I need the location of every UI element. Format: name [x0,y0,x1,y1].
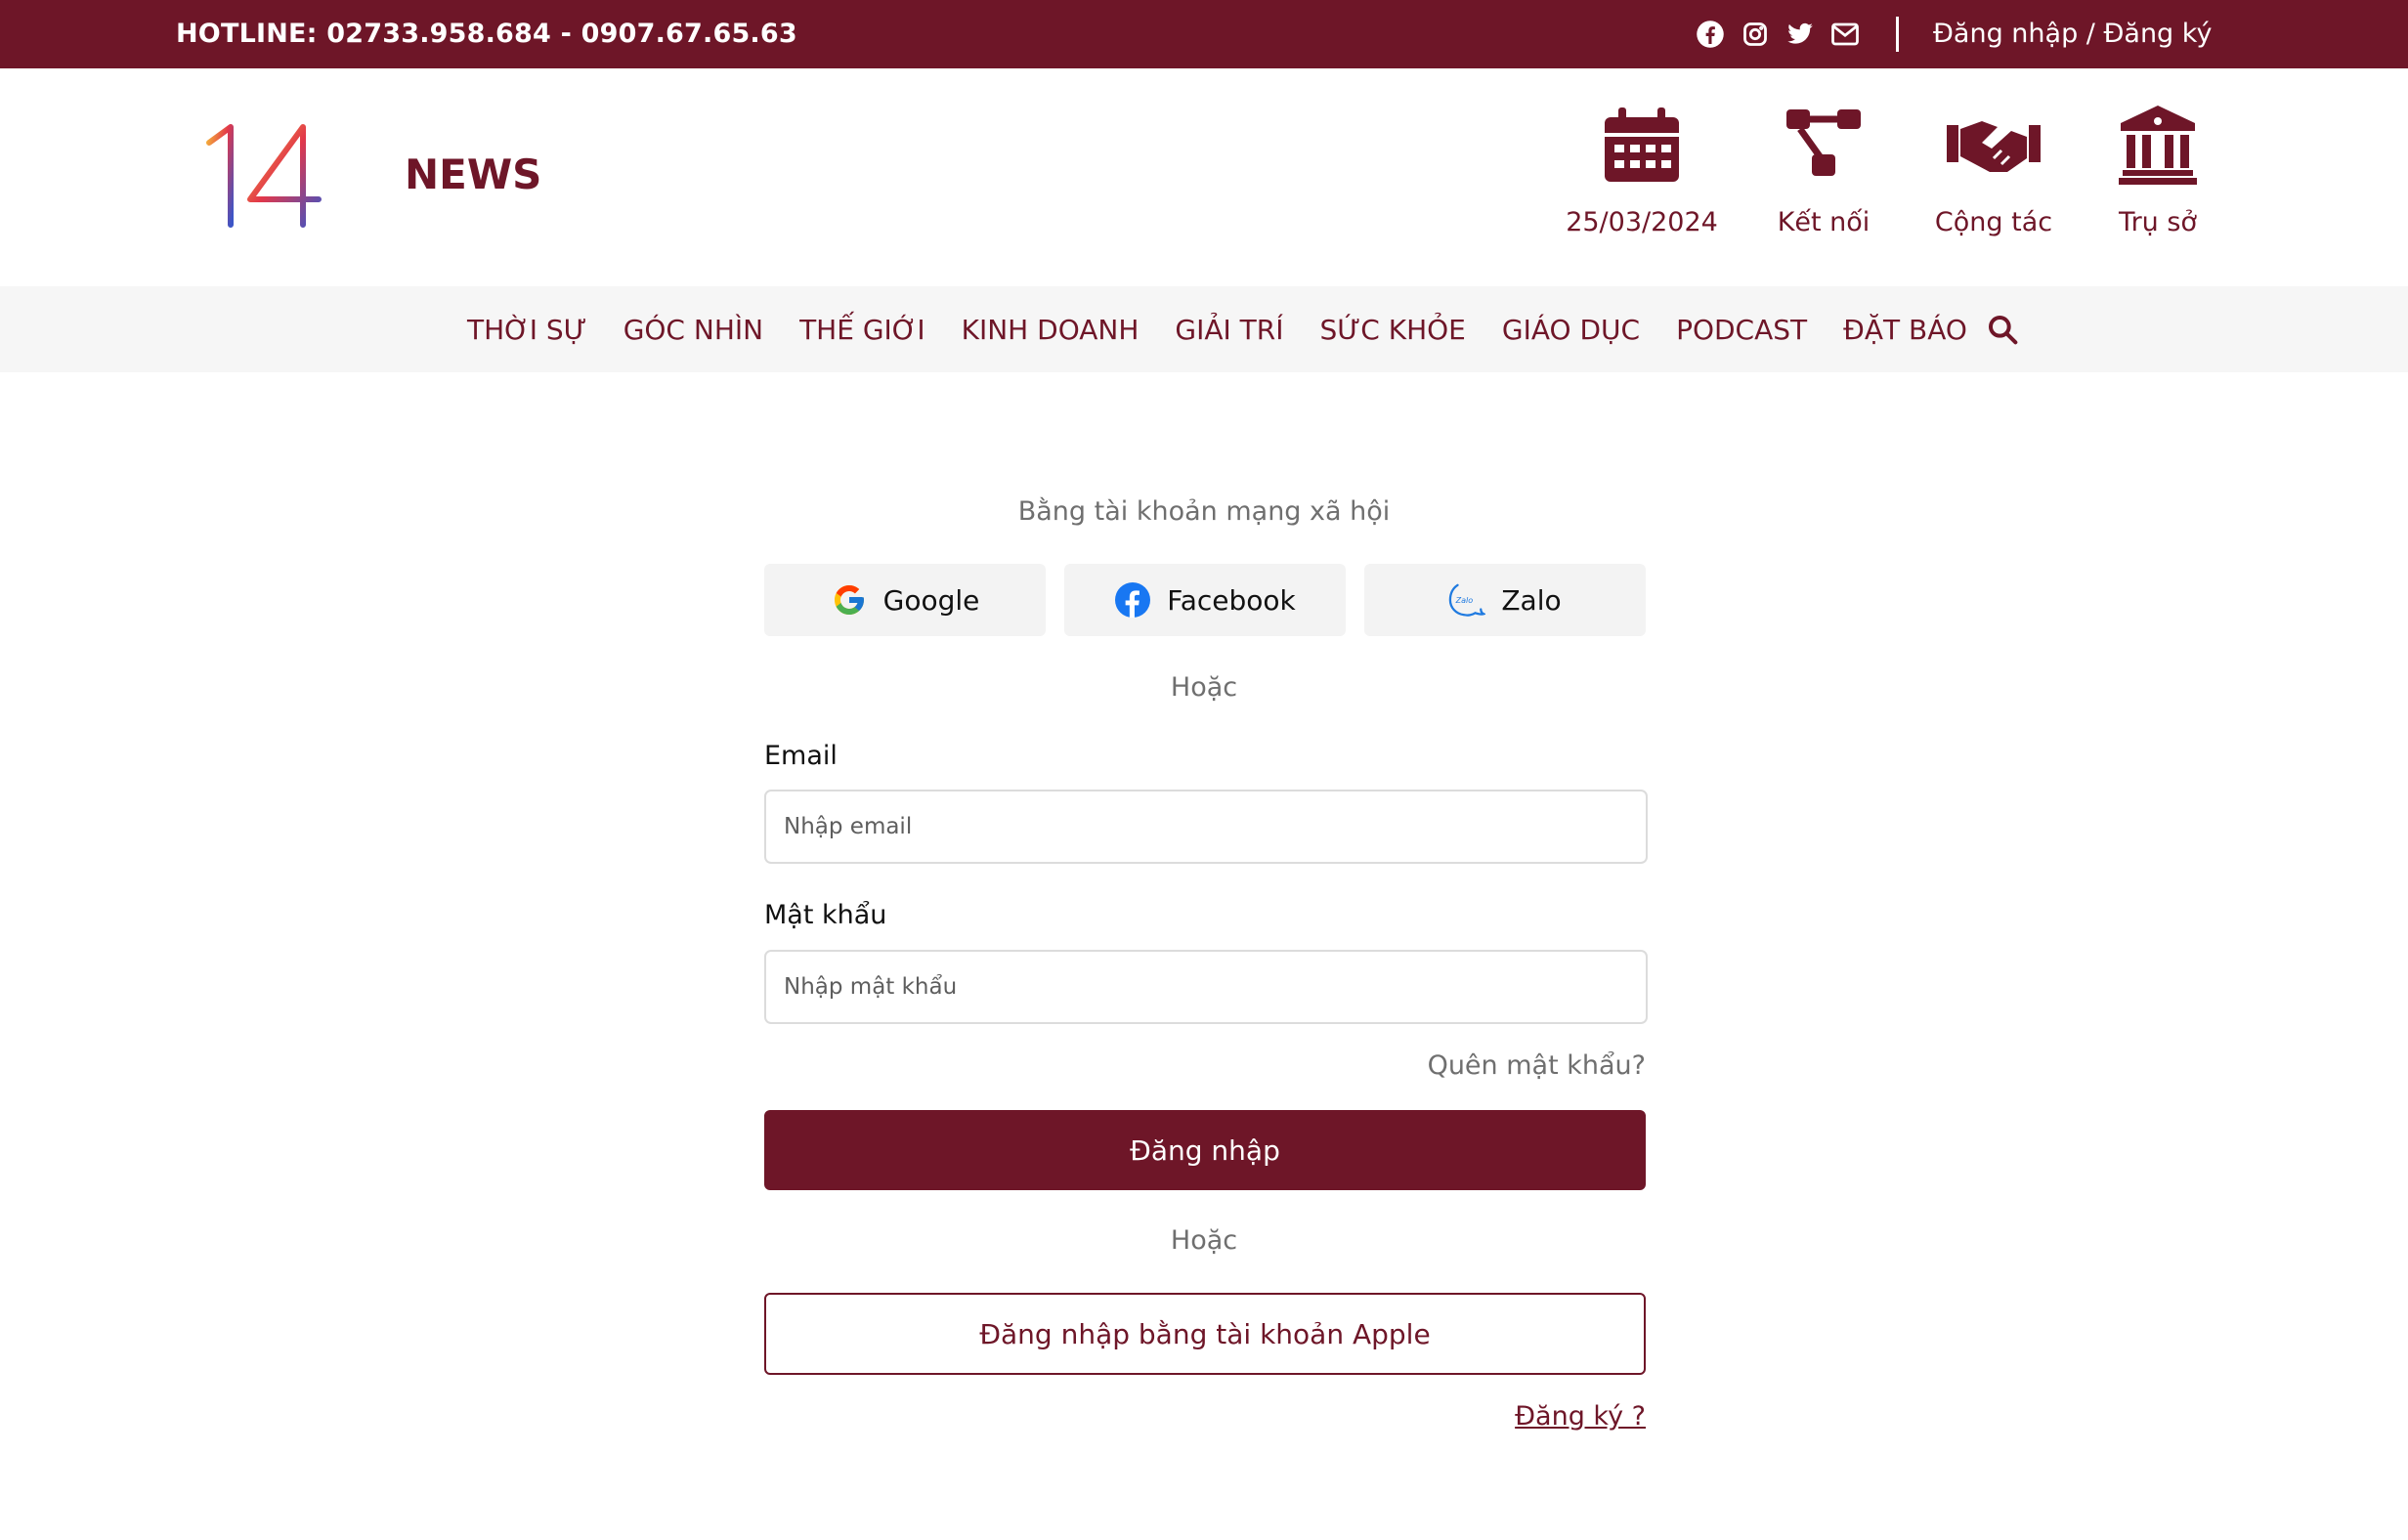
header-date-label: 25/03/2024 [1566,207,1718,237]
header-connect-label: Kết nối [1777,207,1870,237]
facebook-login-button[interactable]: Facebook [1064,564,1346,636]
header-headquarters-label: Trụ sở [2119,207,2197,237]
social-login-heading: Bằng tài khoản mạng xã hội [1017,496,1391,527]
svg-text:Zalo: Zalo [1455,596,1474,605]
facebook-icon [1114,581,1151,619]
password-label: Mật khẩu [764,900,887,930]
header-date[interactable]: 25/03/2024 [1566,104,1718,237]
topbar-divider [1896,17,1899,52]
google-login-label: Google [882,583,980,617]
header-headquarters[interactable]: Trụ sở [2111,104,2205,237]
header-connect[interactable]: Kết nối [1775,104,1872,237]
nav-item-dat-bao[interactable]: ĐẶT BÁO [1843,314,1967,346]
or-divider-2: Hoặc [1170,1225,1238,1256]
password-field[interactable] [764,950,1648,1024]
site-header: NEWS 25/03/2024 Kết nối Cộng tác Trụ sở [0,68,2408,286]
forgot-password-link[interactable]: Quên mật khẩu? [1270,1050,1646,1081]
nav-item-podcast[interactable]: PODCAST [1676,314,1807,346]
header-collaborate[interactable]: Cộng tác [1933,104,2054,237]
nav-item-suc-khoe[interactable]: SỨC KHỎE [1319,314,1465,346]
nav-item-kinh-doanh[interactable]: KINH DOANH [962,314,1140,346]
email-label: Email [764,741,838,771]
instagram-icon[interactable] [1740,19,1771,50]
search-icon[interactable] [1986,313,2019,346]
handshake-icon [1947,121,2041,172]
facebook-icon[interactable] [1695,19,1726,50]
nav-item-giai-tri[interactable]: GIẢI TRÍ [1175,314,1283,346]
zalo-login-button[interactable]: Zalo Zalo [1364,564,1646,636]
google-login-button[interactable]: Google [764,564,1046,636]
brand-name: NEWS [405,150,542,198]
hotline-text: HOTLINE: 02733.958.684 - 0907.67.65.63 [176,19,797,49]
header-collaborate-label: Cộng tác [1934,207,2053,237]
login-register-link[interactable]: Đăng nhập / Đăng ký [1933,19,2212,49]
or-divider: Hoặc [1170,672,1238,703]
twitter-icon[interactable] [1784,19,1816,50]
social-links [1695,18,1861,51]
building-icon [2119,106,2197,185]
register-link[interactable]: Đăng ký ? [1368,1401,1646,1432]
network-icon [1786,109,1861,176]
zalo-login-label: Zalo [1501,583,1562,617]
site-logo[interactable] [201,123,322,240]
google-icon [831,581,868,619]
social-login-buttons: Google Facebook Zalo Zalo [764,564,1646,636]
calendar-icon [1605,107,1679,182]
mail-icon[interactable] [1829,19,1861,50]
nav-item-thoi-su[interactable]: THỜI SỰ [467,314,587,346]
nav-item-goc-nhin[interactable]: GÓC NHÌN [624,314,763,346]
main-nav: THỜI SỰ GÓC NHÌN THẾ GIỚI KINH DOANH GIẢ… [0,286,2408,372]
apple-login-button[interactable]: Đăng nhập bằng tài khoản Apple [764,1293,1646,1375]
email-field[interactable] [764,790,1648,864]
nav-item-the-gioi[interactable]: THẾ GIỚI [799,314,925,346]
top-bar: HOTLINE: 02733.958.684 - 0907.67.65.63 Đ… [0,0,2408,68]
facebook-login-label: Facebook [1167,583,1296,617]
login-button[interactable]: Đăng nhập [764,1110,1646,1190]
nav-item-giao-duc[interactable]: GIÁO DỤC [1502,314,1640,346]
zalo-icon: Zalo [1448,581,1486,619]
